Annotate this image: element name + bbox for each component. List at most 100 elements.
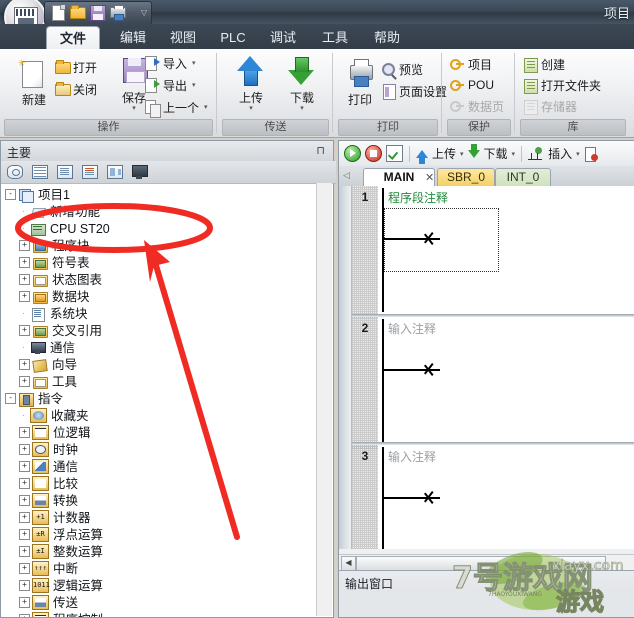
- tree-expand-icon[interactable]: +: [19, 614, 30, 617]
- hscroll-thumb[interactable]: [356, 556, 606, 571]
- tree-item[interactable]: + 时钟: [1, 441, 317, 458]
- run-icon[interactable]: [344, 145, 361, 162]
- tree-item[interactable]: +1011 逻辑运算: [1, 577, 317, 594]
- tree-item[interactable]: + ±R 浮点运算: [1, 526, 317, 543]
- tree-item[interactable]: + ↑↑↑ 中断: [1, 560, 317, 577]
- tree-collapse-icon[interactable]: -: [5, 189, 16, 200]
- tree-item[interactable]: · CPU ST20: [1, 220, 317, 237]
- editor-upload-label[interactable]: 上传: [432, 145, 456, 162]
- new-icon[interactable]: [49, 4, 67, 22]
- editor-insert-label[interactable]: 插入: [548, 145, 572, 162]
- view-overview-icon[interactable]: [4, 162, 26, 182]
- menu-tab-edit[interactable]: 编辑: [108, 26, 158, 49]
- tree-expand-icon[interactable]: +: [19, 529, 30, 540]
- pin-icon[interactable]: ⊓: [316, 144, 325, 157]
- compile-icon[interactable]: [386, 145, 403, 162]
- open-icon[interactable]: [69, 4, 87, 22]
- insert-icon[interactable]: [528, 146, 544, 161]
- menu-tab-view[interactable]: 视图: [158, 26, 208, 49]
- menu-tab-file[interactable]: 文件: [46, 26, 100, 50]
- tree-item[interactable]: + 程序控制: [1, 611, 317, 617]
- export-caret[interactable]: ▾: [192, 81, 196, 89]
- menu-tab-plc[interactable]: PLC: [208, 26, 258, 49]
- symbol-table-icon[interactable]: [29, 162, 51, 182]
- tab-main-close-icon[interactable]: ✕: [425, 171, 434, 184]
- preview-button[interactable]: 预览: [380, 59, 423, 79]
- tree-expand-icon[interactable]: +: [19, 461, 30, 472]
- tree-expand-icon[interactable]: +: [19, 325, 30, 336]
- download-arrow-icon[interactable]: [467, 143, 480, 158]
- tree-item[interactable]: + 传送: [1, 594, 317, 611]
- tree-item[interactable]: · 通信: [1, 339, 317, 356]
- program-block-icon[interactable]: [54, 162, 76, 182]
- tree-expand-icon[interactable]: +: [19, 580, 30, 591]
- tree-expand-icon[interactable]: +: [19, 546, 30, 557]
- delete-icon[interactable]: [584, 146, 598, 162]
- project-tree[interactable]: - 项目1 · 新增功能 · CPU ST20 + 程序块 + 符号表 + 状态图表 + 数据块 · 系统块 +…: [1, 183, 317, 617]
- save-icon[interactable]: [89, 4, 107, 22]
- download-caret[interactable]: ▾: [276, 105, 328, 112]
- protect-pou-button[interactable]: POU: [449, 75, 494, 95]
- rung-1-comment[interactable]: 程序段注释: [388, 189, 448, 206]
- tree-expand-icon[interactable]: +: [19, 291, 30, 302]
- app-menu-orb[interactable]: [4, 0, 46, 24]
- tree-expand-icon[interactable]: +: [19, 512, 30, 523]
- tree-item[interactable]: - 指令: [1, 390, 317, 407]
- tree-item[interactable]: + 状态图表: [1, 271, 317, 288]
- stop-icon[interactable]: [365, 145, 382, 162]
- previous-button[interactable]: 上一个 ▾: [144, 97, 208, 118]
- library-open-folder-button[interactable]: 打开文件夹: [522, 75, 601, 95]
- import-button[interactable]: 导入 ▾: [144, 53, 196, 73]
- print-button[interactable]: 打印: [338, 57, 382, 107]
- ladder-canvas[interactable]: 1 程序段注释 2 输入注释 3 输入注释: [339, 186, 634, 549]
- tree-item[interactable]: + 程序块: [1, 237, 317, 254]
- data-block-icon[interactable]: [79, 162, 101, 182]
- tree-item[interactable]: · 新增功能: [1, 203, 317, 220]
- page-setup-button[interactable]: 页面设置: [380, 81, 447, 101]
- rung-3-comment[interactable]: 输入注释: [388, 448, 436, 465]
- open-button[interactable]: 打开: [54, 57, 97, 77]
- menu-tab-tools[interactable]: 工具: [310, 26, 360, 49]
- tree-item[interactable]: - 项目1: [1, 186, 317, 203]
- tree-item[interactable]: + 比较: [1, 475, 317, 492]
- tree-item[interactable]: + 数据块: [1, 288, 317, 305]
- tree-expand-icon[interactable]: +: [19, 359, 30, 370]
- export-button[interactable]: 导出 ▾: [144, 75, 196, 95]
- previous-caret[interactable]: ▾: [204, 103, 208, 111]
- tree-expand-icon[interactable]: +: [19, 597, 30, 608]
- tree-item[interactable]: + 转换: [1, 492, 317, 509]
- menu-tab-help[interactable]: 帮助: [362, 26, 412, 49]
- upload-button[interactable]: 上传 ▾: [225, 55, 277, 112]
- tree-expand-icon[interactable]: +: [19, 495, 30, 506]
- tree-item[interactable]: + +1 计数器: [1, 509, 317, 526]
- tab-int0[interactable]: INT_0: [495, 168, 551, 187]
- editor-download-caret[interactable]: ▾: [512, 150, 516, 158]
- upload-caret[interactable]: ▾: [225, 105, 277, 112]
- save-download-icon[interactable]: [109, 4, 127, 22]
- protect-project-button[interactable]: 项目: [449, 54, 492, 74]
- tree-item[interactable]: · 收藏夹: [1, 407, 317, 424]
- download-button[interactable]: 下载 ▾: [276, 55, 328, 112]
- status-chart-icon[interactable]: [104, 162, 126, 182]
- import-caret[interactable]: ▾: [192, 59, 196, 67]
- tree-item[interactable]: + 通信: [1, 458, 317, 475]
- rung-2-comment[interactable]: 输入注释: [388, 320, 436, 337]
- new-button[interactable]: ✳ 新建: [8, 57, 60, 107]
- ladder-hscrollbar[interactable]: ◀: [339, 554, 634, 571]
- tree-collapse-icon[interactable]: -: [5, 393, 16, 404]
- tree-item[interactable]: · 系统块: [1, 305, 317, 322]
- tree-item[interactable]: + 位逻辑: [1, 424, 317, 441]
- tree-expand-icon[interactable]: +: [19, 478, 30, 489]
- tree-expand-icon[interactable]: +: [19, 257, 30, 268]
- editor-insert-caret[interactable]: ▾: [576, 150, 580, 158]
- editor-download-label[interactable]: 下载: [484, 145, 508, 162]
- tab-scroll-left-icon[interactable]: ◁: [343, 170, 350, 181]
- tree-item[interactable]: + ±I 整数运算: [1, 543, 317, 560]
- qat-more-icon[interactable]: ▽: [141, 4, 147, 22]
- hscroll-left-arrow-icon[interactable]: ◀: [341, 556, 356, 571]
- tab-sbr0[interactable]: SBR_0: [437, 168, 495, 187]
- tree-expand-icon[interactable]: +: [19, 240, 30, 251]
- tree-expand-icon[interactable]: +: [19, 274, 30, 285]
- tree-item[interactable]: + 符号表: [1, 254, 317, 271]
- tree-expand-icon[interactable]: +: [19, 444, 30, 455]
